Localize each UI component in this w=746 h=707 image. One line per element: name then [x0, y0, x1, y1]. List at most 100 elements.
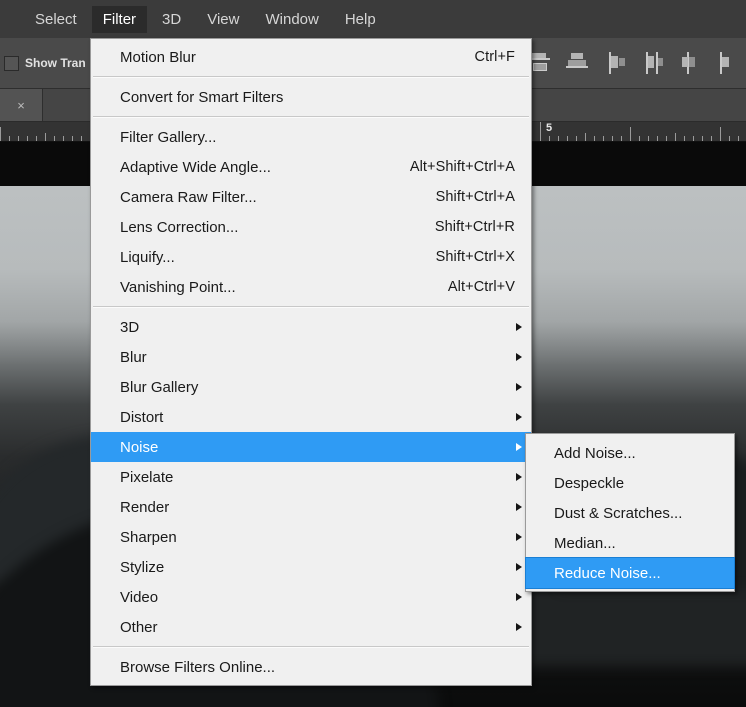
distribute-edges-icon[interactable] [718, 50, 740, 74]
menubar-item-select[interactable]: Select [24, 6, 88, 33]
ruler-tick [567, 136, 568, 141]
ruler-tick [27, 136, 28, 141]
noise-submenu: Add Noise... Despeckle Dust & Scratches...… [525, 433, 735, 592]
menu-item-label: Liquify... [120, 248, 175, 266]
ruler-number: 5 [546, 122, 553, 134]
menu-separator [93, 306, 529, 308]
menu-item-distort[interactable]: Distort [91, 402, 531, 432]
menu-item-label: Reduce Noise... [554, 564, 661, 582]
submenu-item-add-noise[interactable]: Add Noise... [526, 438, 734, 468]
menu-item-label: Lens Correction... [120, 218, 239, 236]
menu-item-other[interactable]: Other [91, 612, 531, 642]
ruler-tick [36, 136, 37, 141]
menu-item-shortcut: Shift+Ctrl+R [434, 219, 515, 235]
ruler-tick [657, 136, 658, 141]
menu-separator [93, 646, 529, 648]
ruler-tick [63, 136, 64, 141]
menubar-item-3d[interactable]: 3D [151, 6, 192, 33]
menu-item-label: Blur Gallery [120, 378, 199, 396]
menu-item-label: Browse Filters Online... [120, 658, 276, 676]
menu-item-label: Stylize [120, 558, 165, 576]
submenu-item-despeckle[interactable]: Despeckle [526, 468, 734, 498]
ruler-tick [81, 136, 82, 141]
submenu-item-dust-and-scratches[interactable]: Dust & Scratches... [526, 498, 734, 528]
ruler-tick [684, 136, 685, 141]
menu-item-label: Distort [120, 408, 164, 426]
menu-item-shortcut: Shift+Ctrl+A [435, 189, 515, 205]
menubar-item-window[interactable]: Window [254, 6, 329, 33]
menu-item-label: Noise [120, 438, 159, 456]
menu-item-label: Sharpen [120, 528, 177, 546]
ruler-tick [612, 136, 613, 141]
menu-item-label: Camera Raw Filter... [120, 188, 257, 206]
chevron-right-icon [516, 443, 522, 451]
menu-item-label: Other [120, 618, 158, 636]
chevron-right-icon [516, 323, 522, 331]
menu-item-browse-filters-online[interactable]: Browse Filters Online... [91, 652, 531, 682]
ruler-tick [693, 136, 694, 141]
ruler-tick [666, 136, 667, 141]
menu-item-label: Video [120, 588, 159, 606]
menu-item-noise[interactable]: Noise [91, 432, 531, 462]
menu-item-label: Render [120, 498, 170, 516]
menu-item-shortcut: Shift+Ctrl+X [435, 249, 515, 265]
ruler-tick [711, 136, 712, 141]
menubar-item-filter[interactable]: Filter [91, 5, 148, 33]
photoshop-window: 5 × Show Tran Select Filter 3D View Window He… [0, 0, 746, 707]
menu-item-3d[interactable]: 3D [91, 312, 531, 342]
menu-item-label: Motion Blur [120, 48, 196, 66]
chevron-right-icon [516, 533, 522, 541]
ruler-tick [639, 136, 640, 141]
menubar-item-view[interactable]: View [196, 6, 250, 33]
align-bottom-edges-icon[interactable] [566, 50, 588, 74]
distribute-right-edges-icon[interactable] [680, 50, 702, 74]
ruler-tick [729, 136, 730, 141]
chevron-right-icon [516, 563, 522, 571]
show-transform-controls-label: Show Tran [25, 56, 86, 70]
menu-item-label: 3D [120, 318, 140, 336]
menu-item-video[interactable]: Video [91, 582, 531, 612]
menubar-item-help[interactable]: Help [334, 6, 387, 33]
ruler-tick [702, 136, 703, 141]
show-transform-controls-checkbox[interactable] [4, 55, 19, 71]
menu-item-label: Convert for Smart Filters [120, 88, 284, 106]
menu-item-label: Dust & Scratches... [554, 504, 683, 522]
menu-item-motion-blur[interactable]: Motion Blur Ctrl+F [91, 42, 531, 72]
menu-item-shortcut: Ctrl+F [474, 49, 515, 65]
close-icon[interactable]: × [17, 99, 25, 112]
menu-item-label: Filter Gallery... [120, 128, 217, 146]
menu-item-stylize[interactable]: Stylize [91, 552, 531, 582]
chevron-right-icon [516, 593, 522, 601]
menu-item-render[interactable]: Render [91, 492, 531, 522]
chevron-right-icon [516, 503, 522, 511]
menu-item-label: Adaptive Wide Angle... [120, 158, 271, 176]
menu-separator [93, 76, 529, 78]
menu-item-adaptive-wide-angle[interactable]: Adaptive Wide Angle... Alt+Shift+Ctrl+A [91, 152, 531, 182]
menu-item-label: Add Noise... [554, 444, 636, 462]
ruler-tick [0, 127, 1, 141]
menu-item-camera-raw-filter[interactable]: Camera Raw Filter... Shift+Ctrl+A [91, 182, 531, 212]
distribute-left-edges-icon[interactable] [604, 50, 626, 74]
menu-item-filter-gallery[interactable]: Filter Gallery... [91, 122, 531, 152]
menu-item-vanishing-point[interactable]: Vanishing Point... Alt+Ctrl+V [91, 272, 531, 302]
filter-dropdown-menu: Motion Blur Ctrl+F Convert for Smart Filte… [90, 38, 532, 686]
chevron-right-icon [516, 623, 522, 631]
distribute-horizontal-centers-icon[interactable] [642, 50, 664, 74]
ruler-tick [549, 136, 550, 141]
menu-item-sharpen[interactable]: Sharpen [91, 522, 531, 552]
ruler-tick [675, 133, 676, 141]
menu-bar: Select Filter 3D View Window Help [0, 0, 746, 38]
menu-item-pixelate[interactable]: Pixelate [91, 462, 531, 492]
submenu-item-reduce-noise[interactable]: Reduce Noise... [525, 557, 735, 589]
ruler-tick [594, 136, 595, 141]
menu-item-lens-correction[interactable]: Lens Correction... Shift+Ctrl+R [91, 212, 531, 242]
menu-item-liquify[interactable]: Liquify... Shift+Ctrl+X [91, 242, 531, 272]
ruler-tick [9, 136, 10, 141]
menu-item-blur-gallery[interactable]: Blur Gallery [91, 372, 531, 402]
submenu-item-median[interactable]: Median... [526, 528, 734, 558]
document-tab[interactable]: × [0, 89, 43, 121]
menu-item-blur[interactable]: Blur [91, 342, 531, 372]
menu-item-label: Median... [554, 534, 616, 552]
menu-item-convert-for-smart-filters[interactable]: Convert for Smart Filters [91, 82, 531, 112]
ruler-tick [45, 133, 46, 141]
